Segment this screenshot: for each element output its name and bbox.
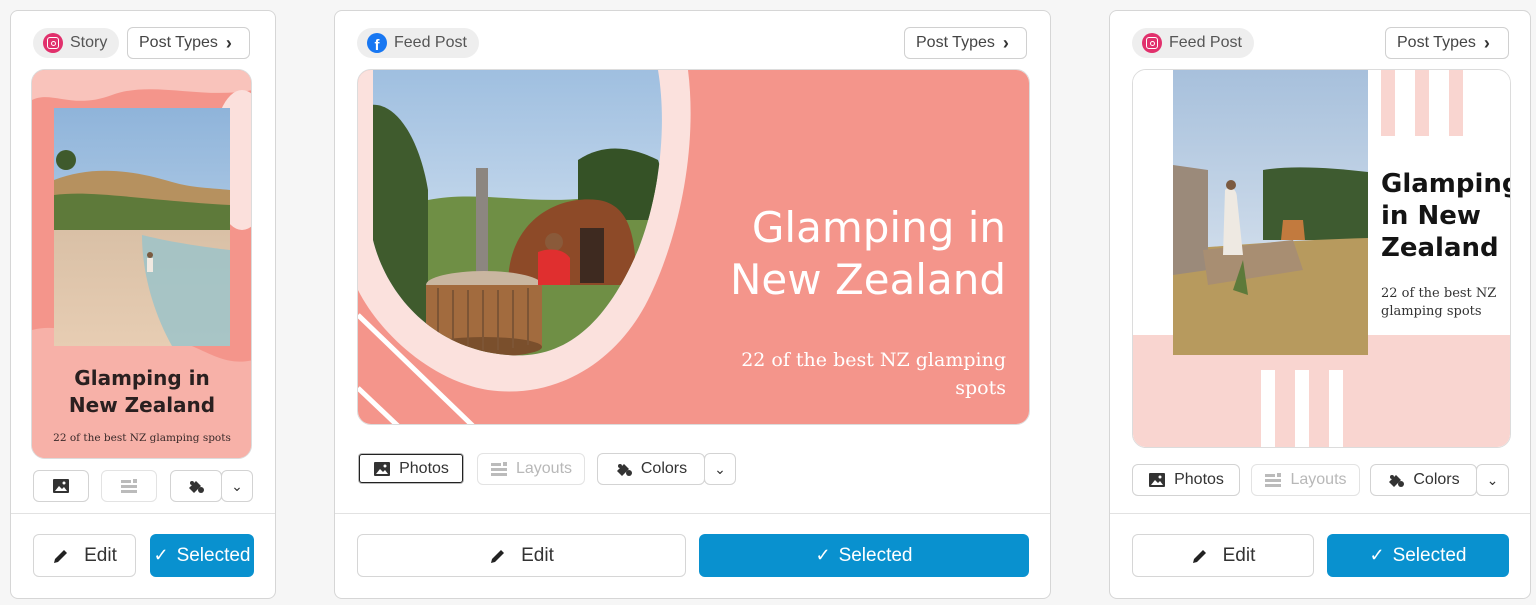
post-types-label: Post Types	[139, 34, 218, 51]
layout-icon	[1265, 473, 1282, 487]
edit-label: Edit	[521, 544, 554, 566]
image-icon	[1149, 473, 1166, 487]
palette-icon	[616, 464, 632, 476]
selected-label: Selected	[1392, 544, 1467, 566]
post-types-button[interactable]: Post Types ›	[1385, 27, 1509, 59]
layouts-label: Layouts	[515, 460, 573, 477]
post-types-button[interactable]: Post Types ›	[904, 27, 1027, 59]
design-title-line3: Zealand	[1381, 233, 1499, 263]
design-title-line2: New Zealand	[69, 393, 215, 417]
check-icon: ✓	[815, 545, 831, 565]
selected-button[interactable]: ✓ Selected	[699, 534, 1029, 577]
post-types-label: Post Types	[1397, 34, 1476, 51]
chevron-right-icon: ›	[225, 32, 232, 53]
design-subtitle-line1: 22 of the best NZ glamping	[741, 349, 1006, 371]
design-title-line1: Glamping in	[752, 203, 1006, 252]
palette-icon	[189, 481, 204, 493]
selected-button[interactable]: ✓ Selected	[1327, 534, 1509, 577]
design-title-line1: Glamping	[1381, 169, 1511, 199]
more-colors-dropdown[interactable]: ⌄	[704, 453, 736, 485]
colors-label: Colors	[640, 460, 688, 477]
photos-label: Photos	[1174, 471, 1224, 488]
selected-label: Selected	[176, 544, 251, 566]
design-title-line2: New Zealand	[730, 255, 1006, 304]
layouts-label: Layouts	[1290, 471, 1347, 488]
platform-label: Feed Post	[394, 34, 467, 51]
chevron-right-icon: ›	[1483, 32, 1490, 53]
instagram-icon	[1142, 33, 1162, 53]
palette-icon	[1389, 475, 1405, 487]
edit-label: Edit	[1222, 544, 1256, 566]
pencil-icon	[1192, 549, 1206, 563]
platform-badge: Story	[33, 28, 120, 58]
card-divider	[335, 513, 1050, 514]
layout-icon	[490, 462, 507, 476]
check-icon: ✓	[153, 545, 169, 565]
template-card-story: Story Post Types › Glamping in New Zeala…	[10, 10, 276, 599]
pencil-icon	[54, 549, 68, 563]
photos-button[interactable]: Photos	[1132, 464, 1240, 496]
layouts-button[interactable]: Layouts	[1251, 464, 1360, 496]
edit-button[interactable]: Edit	[1132, 534, 1314, 577]
chevron-right-icon: ›	[1002, 32, 1009, 53]
colors-button[interactable]: Colors	[1370, 464, 1477, 496]
template-card-feed-post-landscape: f Feed Post Post Types › Glamping in New…	[334, 10, 1051, 599]
layout-icon	[121, 479, 137, 493]
photos-label: Photos	[399, 459, 449, 477]
platform-label: Story	[70, 34, 108, 51]
template-card-feed-post-square: Feed Post Post Types › Glamping in New Z…	[1109, 10, 1531, 599]
selected-label: Selected	[838, 544, 913, 566]
edit-button[interactable]: Edit	[357, 534, 686, 577]
colors-label: Colors	[1413, 471, 1460, 488]
colors-button[interactable]	[170, 470, 222, 502]
design-subtitle: 22 of the best NZ glamping spots	[53, 432, 231, 444]
design-title-line2: in New	[1381, 201, 1481, 231]
facebook-icon: f	[367, 33, 387, 53]
platform-badge: Feed Post	[1132, 28, 1254, 58]
photos-button[interactable]: Photos	[359, 454, 463, 483]
platform-badge: f Feed Post	[357, 28, 479, 58]
layouts-button[interactable]: Layouts	[477, 453, 585, 485]
design-subtitle-line1: 22 of the best NZ	[1381, 286, 1496, 301]
card-divider	[11, 513, 275, 514]
post-types-button[interactable]: Post Types ›	[127, 27, 250, 59]
chevron-down-icon: ⌄	[714, 460, 726, 477]
pencil-icon	[491, 549, 505, 563]
photos-button[interactable]	[33, 470, 89, 502]
card-divider	[1110, 513, 1530, 514]
chevron-down-icon: ⌄	[1486, 471, 1499, 488]
check-icon: ✓	[1369, 545, 1385, 565]
edit-label: Edit	[84, 544, 117, 566]
more-colors-dropdown[interactable]: ⌄	[221, 470, 253, 502]
design-subtitle-line2: spots	[955, 377, 1006, 399]
instagram-icon	[43, 33, 63, 53]
more-colors-dropdown[interactable]: ⌄	[1476, 464, 1509, 496]
image-icon	[53, 479, 69, 493]
selected-button[interactable]: ✓ Selected	[150, 534, 254, 577]
feed-design-preview[interactable]: Glamping in New Zealand 22 of the best N…	[357, 69, 1030, 425]
chevron-down-icon: ⌄	[231, 477, 243, 494]
square-design-preview[interactable]: Glamping in New Zealand 22 of the best N…	[1132, 69, 1511, 448]
design-title-line1: Glamping in	[74, 366, 209, 390]
edit-button[interactable]: Edit	[33, 534, 136, 577]
image-icon	[374, 461, 391, 476]
design-subtitle-line2: glamping spots	[1381, 304, 1482, 319]
platform-label: Feed Post	[1169, 34, 1242, 51]
post-types-label: Post Types	[916, 34, 995, 51]
layouts-button[interactable]	[101, 470, 157, 502]
story-design-preview[interactable]: Glamping in New Zealand 22 of the best N…	[31, 69, 252, 459]
colors-button[interactable]: Colors	[597, 453, 705, 485]
